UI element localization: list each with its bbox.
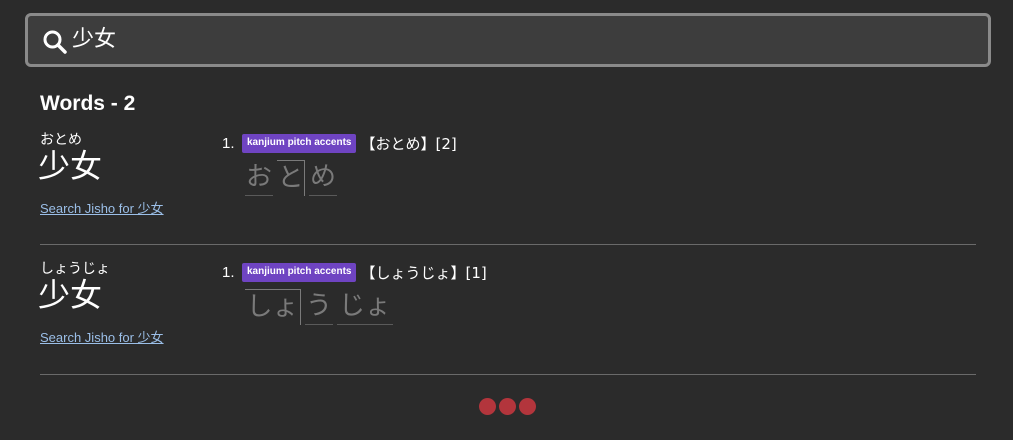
dictionary-tag: kanjium pitch accents (242, 133, 357, 153)
loading-indicator (479, 398, 539, 415)
pitch-mora: しょ (245, 289, 301, 325)
dictionary-tag: kanjium pitch accents (242, 262, 357, 282)
word-entry: しょうじょ 少女 Search Jisho for 少女 1. kanjium … (38, 259, 976, 375)
loading-dot (499, 398, 516, 415)
loading-dot (519, 398, 536, 415)
sense-number: 1. (222, 263, 235, 281)
pitch-mora: と (277, 160, 305, 196)
sense-row: 1. kanjium pitch accents 【しょうじょ】[1] (222, 261, 487, 283)
sense-row: 1. kanjium pitch accents 【おとめ】[2] (222, 132, 457, 154)
entry-divider (40, 244, 976, 245)
results-heading: Words - 2 (40, 92, 136, 115)
sense-number: 1. (222, 134, 235, 152)
word-kanji: 少女 (38, 276, 103, 314)
pitch-mora: め (309, 160, 337, 196)
word-kanji: 少女 (38, 147, 103, 185)
word-entry: おとめ 少女 Search Jisho for 少女 1. kanjium pi… (38, 130, 976, 245)
pitch-mora: じょ (337, 289, 393, 325)
pitch-mora: う (305, 289, 333, 325)
search-icon (43, 30, 67, 54)
definition-text: 【しょうじょ】[1] (360, 263, 487, 282)
definition-text: 【おとめ】[2] (360, 134, 457, 153)
search-bar[interactable] (25, 13, 991, 67)
pitch-mora: お (245, 160, 273, 196)
search-input[interactable] (72, 24, 952, 56)
pitch-accent-graph: しょ う じょ (245, 289, 397, 327)
entry-divider (40, 374, 976, 375)
pitch-accent-graph: お と め (245, 160, 341, 198)
search-jisho-link[interactable]: Search Jisho for 少女 (40, 198, 164, 217)
loading-dot (479, 398, 496, 415)
search-jisho-link[interactable]: Search Jisho for 少女 (40, 327, 164, 346)
